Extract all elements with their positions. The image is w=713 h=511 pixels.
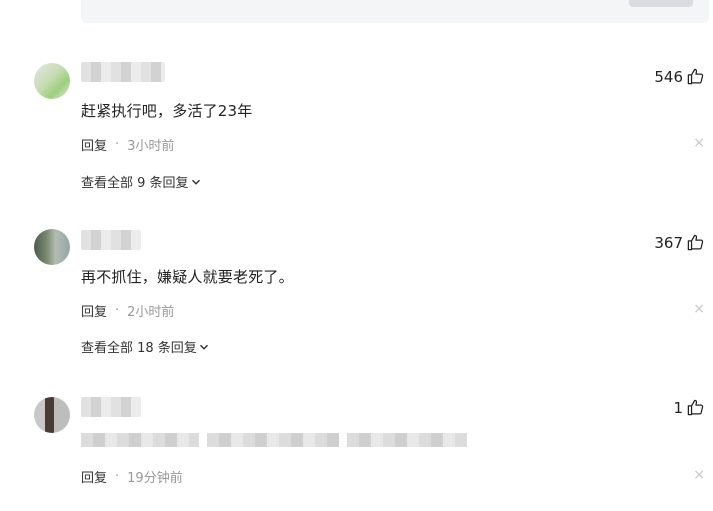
username-blurred[interactable] xyxy=(81,397,141,417)
comment-text: 再不抓住，嫌疑人就要老死了。 xyxy=(81,268,294,286)
reply-button[interactable]: 回复 xyxy=(81,301,107,320)
separator-dot: · xyxy=(115,137,120,152)
comment-meta: 回复 · 19分钟前 xyxy=(81,467,183,486)
close-icon[interactable]: × xyxy=(693,135,705,151)
thumbs-up-icon xyxy=(687,399,704,416)
chevron-down-icon xyxy=(199,344,208,350)
timestamp: 19分钟前 xyxy=(127,471,183,486)
timestamp: 2小时前 xyxy=(127,305,175,320)
separator-dot: · xyxy=(115,303,120,318)
close-icon[interactable]: × xyxy=(693,301,705,317)
thumbs-up-icon xyxy=(687,68,704,85)
reply-button[interactable]: 回复 xyxy=(81,135,107,154)
view-all-replies-link[interactable]: 查看全部 9 条回复 xyxy=(81,172,201,191)
view-all-replies-link[interactable]: 查看全部 18 条回复 xyxy=(81,337,209,356)
chevron-down-icon xyxy=(191,179,200,185)
like-button[interactable]: 546 xyxy=(654,67,705,86)
like-count: 367 xyxy=(654,233,683,252)
like-count: 546 xyxy=(654,67,683,86)
submit-button[interactable] xyxy=(629,0,693,7)
comment-meta: 回复 · 2小时前 xyxy=(81,301,174,320)
username-blurred[interactable] xyxy=(81,230,141,250)
avatar[interactable] xyxy=(34,229,70,265)
view-all-replies-label: 查看全部 9 条回复 xyxy=(81,176,189,191)
like-button[interactable]: 1 xyxy=(673,398,705,417)
reply-button[interactable]: 回复 xyxy=(81,467,107,486)
view-all-replies-label: 查看全部 18 条回复 xyxy=(81,341,197,356)
avatar[interactable] xyxy=(34,397,70,433)
like-count: 1 xyxy=(673,398,683,417)
close-icon[interactable]: × xyxy=(693,467,705,483)
comment-input-box[interactable] xyxy=(81,0,709,23)
comment-text: 赶紧执行吧，多活了23年 xyxy=(81,102,253,120)
like-button[interactable]: 367 xyxy=(654,233,705,252)
comment-meta: 回复 · 3小时前 xyxy=(81,135,174,154)
username-blurred[interactable] xyxy=(81,62,165,82)
thumbs-up-icon xyxy=(687,234,704,251)
avatar[interactable] xyxy=(34,63,70,99)
timestamp: 3小时前 xyxy=(127,139,175,154)
comment-text-blurred xyxy=(81,433,467,447)
separator-dot: · xyxy=(115,469,120,484)
